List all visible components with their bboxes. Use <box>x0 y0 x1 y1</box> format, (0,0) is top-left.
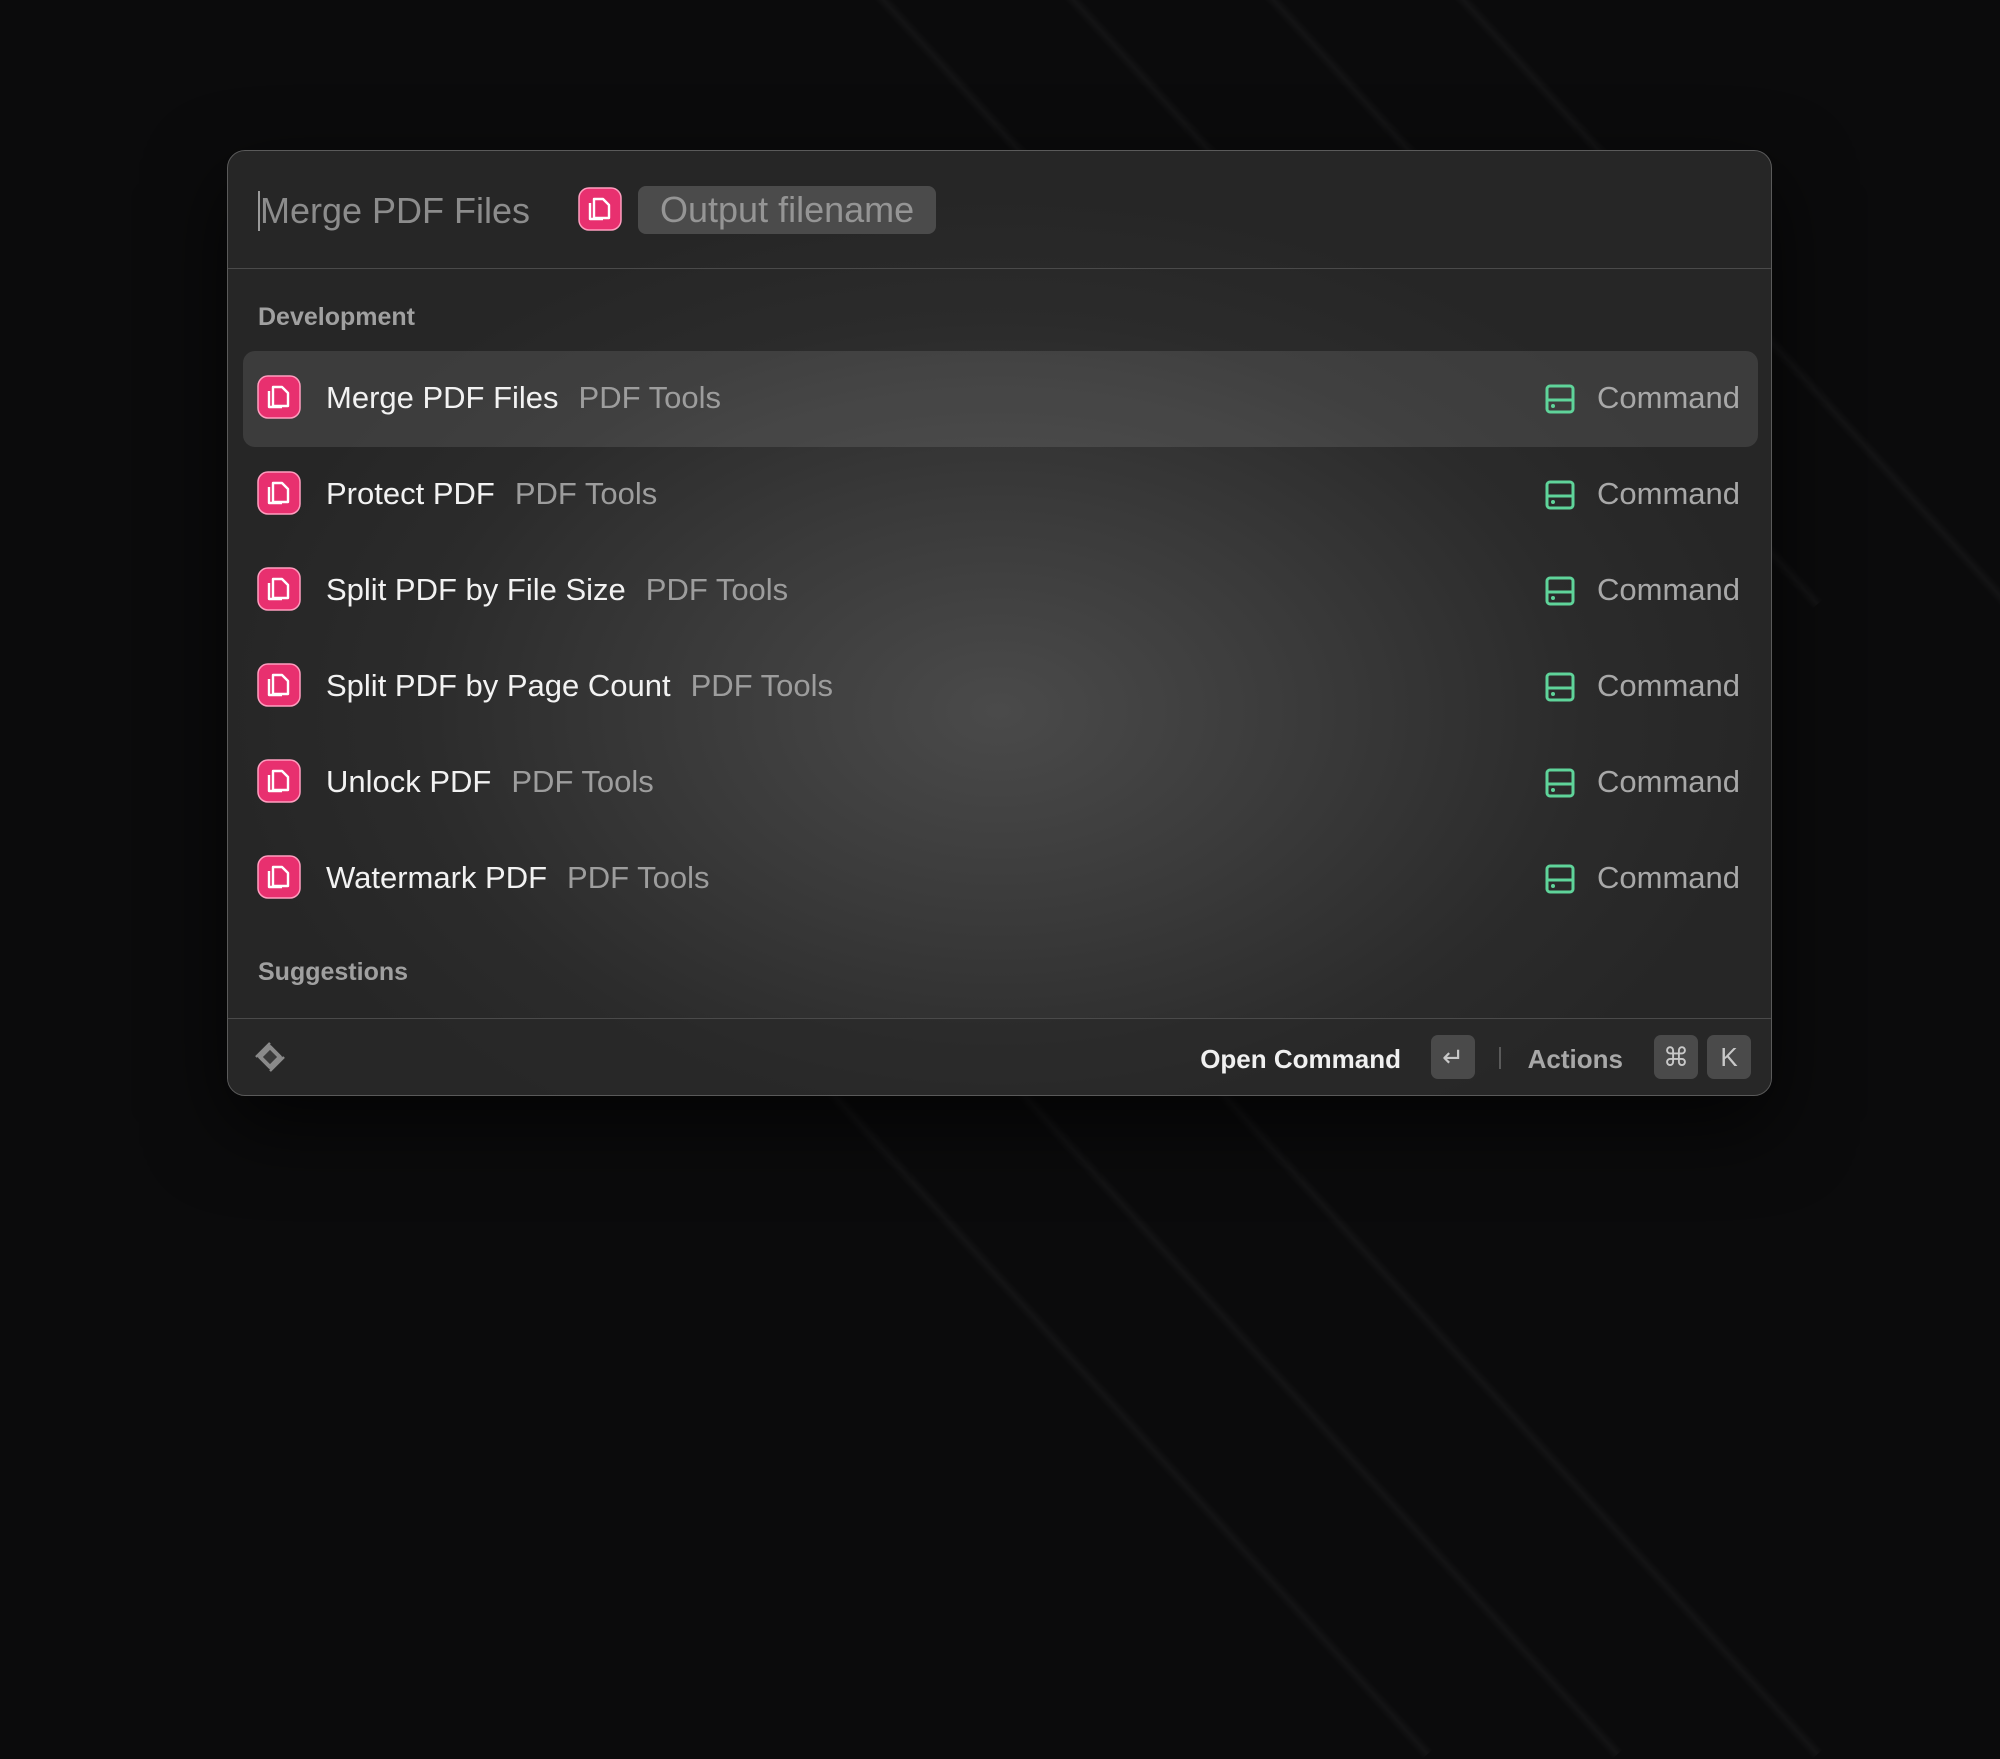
raycast-logo-icon[interactable] <box>252 1039 288 1080</box>
background-stripe <box>820 1080 1433 1759</box>
drive-icon <box>1542 861 1578 902</box>
list-item-type: Command <box>1597 764 1740 799</box>
launcher-window: Merge PDF Files Output filename Developm… <box>227 150 1772 1096</box>
list-item-title: Watermark PDF PDF Tools <box>326 860 710 895</box>
list-item-type: Command <box>1597 860 1740 895</box>
list-item-type: Command <box>1597 572 1740 607</box>
enter-key-icon[interactable]: ↵ <box>1431 1035 1475 1079</box>
pdf-tools-icon <box>578 187 622 236</box>
list-item-subtitle: PDF Tools <box>514 476 658 511</box>
pdf-tools-icon <box>257 567 301 616</box>
section-title-suggestions: Suggestions <box>258 958 409 986</box>
list-item-subtitle: PDF Tools <box>645 572 789 607</box>
drive-icon <box>1542 765 1578 806</box>
pdf-tools-icon <box>257 471 301 520</box>
drive-icon <box>1542 669 1578 710</box>
search-bar: Merge PDF Files Output filename <box>228 151 1771 269</box>
drive-icon <box>1542 477 1578 518</box>
drive-icon <box>1542 573 1578 614</box>
list-item-title: Split PDF by Page Count PDF Tools <box>326 668 834 703</box>
list-item-type: Command <box>1597 380 1740 415</box>
list-item-type: Command <box>1597 668 1740 703</box>
open-command-button[interactable]: Open Command <box>1200 1044 1401 1075</box>
list-item[interactable]: Split PDF by Page Count PDF Tools Command <box>243 639 1758 735</box>
list-item-subtitle: PDF Tools <box>690 668 834 703</box>
argument-input[interactable]: Output filename <box>638 186 937 234</box>
actions-button[interactable]: Actions <box>1528 1044 1623 1075</box>
action-bar: Open Command ↵ Actions ⌘ K <box>228 1018 1771 1095</box>
list-item[interactable]: Split PDF by File Size PDF Tools Command <box>243 543 1758 639</box>
search-input[interactable]: Merge PDF Files <box>260 189 530 233</box>
list-item-title: Unlock PDF PDF Tools <box>326 764 654 799</box>
list-item[interactable]: Unlock PDF PDF Tools Command <box>243 735 1758 831</box>
background-stripe <box>1210 1080 1823 1759</box>
command-key-icon: ⌘ <box>1654 1035 1698 1079</box>
drive-icon <box>1542 381 1578 422</box>
background-stripe <box>1010 1080 1623 1759</box>
pdf-tools-icon <box>257 375 301 424</box>
list-item-title: Merge PDF Files PDF Tools <box>326 380 721 415</box>
section-title-development: Development <box>258 303 415 331</box>
list-item[interactable]: Watermark PDF PDF Tools Command <box>243 831 1758 927</box>
list-item[interactable]: Protect PDF PDF Tools Command <box>243 447 1758 543</box>
list-item-title: Protect PDF PDF Tools <box>326 476 658 511</box>
list-item[interactable]: Merge PDF Files PDF Tools Command <box>243 351 1758 447</box>
list-item-subtitle: PDF Tools <box>511 764 654 799</box>
pdf-tools-icon <box>257 759 301 808</box>
list-item-title: Split PDF by File Size PDF Tools <box>326 572 789 607</box>
list-item-subtitle: PDF Tools <box>578 380 721 415</box>
pdf-tools-icon <box>257 855 301 904</box>
pdf-tools-icon <box>257 663 301 712</box>
list-item-subtitle: PDF Tools <box>567 860 710 895</box>
k-key-icon: K <box>1707 1035 1751 1079</box>
divider <box>1499 1047 1501 1069</box>
list-item-type: Command <box>1597 476 1740 511</box>
